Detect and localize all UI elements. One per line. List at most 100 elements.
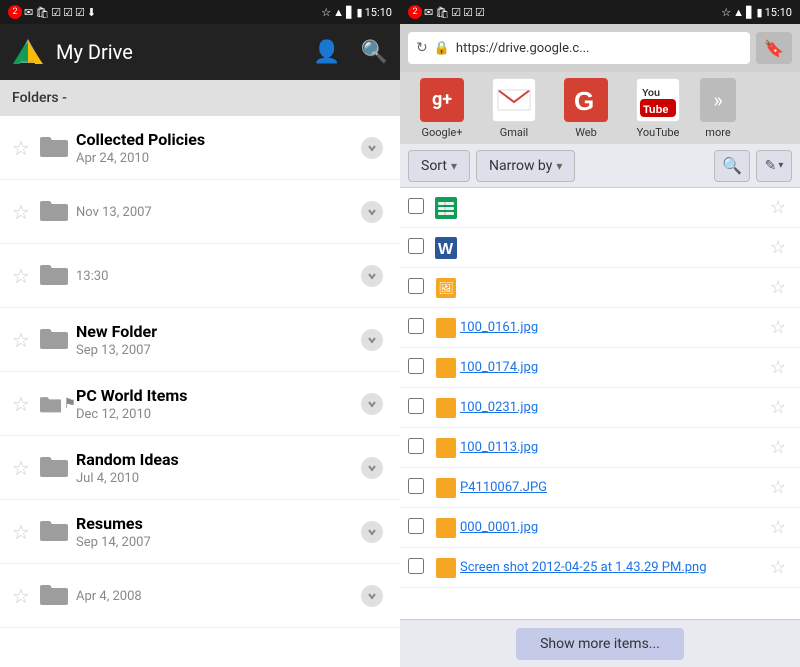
file-item-3[interactable]: 🖼 ☆ [400, 268, 800, 308]
folder-chevron-8[interactable] [356, 580, 388, 612]
checkbox-9[interactable] [408, 518, 432, 538]
folder-item-3[interactable]: ☆ 13:30 [0, 244, 400, 308]
folder-chevron-2[interactable] [356, 196, 388, 228]
status-icon-check3-r: ☑ [475, 6, 485, 19]
folder-chevron-4[interactable] [356, 324, 388, 356]
file-name-5[interactable]: 100_0174.jpg [460, 360, 764, 375]
file-checkbox-9[interactable] [408, 518, 424, 534]
bookmark-gmail[interactable]: Gmail [480, 78, 548, 139]
folder-date-5: Dec 12, 2010 [76, 407, 356, 422]
folder-chevron-7[interactable] [356, 516, 388, 548]
search-filter-button[interactable]: 🔍 [714, 150, 750, 182]
folder-icon-8 [40, 583, 76, 609]
folder-item-6[interactable]: ☆ Random Ideas Jul 4, 2010 [0, 436, 400, 500]
search-icon-appbar[interactable]: 🔍 [361, 40, 388, 65]
file-name-7[interactable]: 100_0113.jpg [460, 440, 764, 455]
account-icon[interactable]: 👤 [313, 40, 340, 65]
file-name-6[interactable]: 100_0231.jpg [460, 400, 764, 415]
star-4[interactable]: ☆ [12, 328, 40, 352]
file-item-2[interactable]: W ☆ [400, 228, 800, 268]
img-thumbnail-5 [436, 358, 456, 378]
edit-filter-button[interactable]: ✎ ▾ [756, 150, 792, 182]
file-name-8[interactable]: P4110067.JPG [460, 480, 764, 495]
system-icons-right: ☆ ▲ ▋ ▮ 15:10 [721, 6, 792, 19]
star-2[interactable]: ☆ [12, 200, 40, 224]
file-name-9[interactable]: 000_0001.jpg [460, 520, 764, 535]
sort-button[interactable]: Sort ▾ [408, 150, 470, 182]
url-bar[interactable]: ↻ 🔒 https://drive.google.c... [408, 32, 750, 64]
file-star-3[interactable]: ☆ [764, 277, 792, 298]
bookmark-youtube[interactable]: You Tube YouTube [624, 78, 692, 139]
file-item-10[interactable]: Screen shot 2012-04-25 at 1.43.29 PM.png… [400, 548, 800, 588]
folder-chevron-5[interactable] [356, 388, 388, 420]
folder-chevron-1[interactable] [356, 132, 388, 164]
file-item-1[interactable]: ☆ [400, 188, 800, 228]
file-name-10[interactable]: Screen shot 2012-04-25 at 1.43.29 PM.png [460, 560, 764, 575]
file-star-4[interactable]: ☆ [764, 317, 792, 338]
file-item-9[interactable]: 000_0001.jpg ☆ [400, 508, 800, 548]
status-bar-left: 2 ✉ 🛍 ☑ ☑ ☑ ⬇ ☆ ▲ ▋ ▮ 15:10 [0, 0, 400, 24]
file-item-5[interactable]: 100_0174.jpg ☆ [400, 348, 800, 388]
folder-chevron-6[interactable] [356, 452, 388, 484]
checkbox-3[interactable] [408, 278, 432, 298]
star-1[interactable]: ☆ [12, 136, 40, 160]
file-star-8[interactable]: ☆ [764, 477, 792, 498]
checkbox-4[interactable] [408, 318, 432, 338]
file-checkbox-6[interactable] [408, 398, 424, 414]
file-star-7[interactable]: ☆ [764, 437, 792, 458]
refresh-icon[interactable]: ↻ [416, 40, 428, 56]
file-checkbox-7[interactable] [408, 438, 424, 454]
lock-icon: 🔒 [434, 41, 450, 56]
file-star-6[interactable]: ☆ [764, 397, 792, 418]
star-5[interactable]: ☆ [12, 392, 40, 416]
folder-item-4[interactable]: ☆ New Folder Sep 13, 2007 [0, 308, 400, 372]
googleplus-label: Google+ [422, 126, 463, 139]
file-item-4[interactable]: 100_0161.jpg ☆ [400, 308, 800, 348]
file-checkbox-8[interactable] [408, 478, 424, 494]
file-checkbox-1[interactable] [408, 198, 424, 214]
bookmark-googleplus[interactable]: g+ Google+ [408, 78, 476, 139]
file-item-7[interactable]: 100_0113.jpg ☆ [400, 428, 800, 468]
file-checkbox-3[interactable] [408, 278, 424, 294]
more-label: more [705, 126, 730, 139]
checkbox-7[interactable] [408, 438, 432, 458]
file-star-1[interactable]: ☆ [764, 197, 792, 218]
file-star-5[interactable]: ☆ [764, 357, 792, 378]
star-7[interactable]: ☆ [12, 520, 40, 544]
bookmark-more[interactable]: » more [696, 78, 740, 139]
notification-icons-right: 2 ✉ 🛍 ☑ ☑ ☑ [408, 5, 485, 19]
folder-item-7[interactable]: ☆ Resumes Sep 14, 2007 [0, 500, 400, 564]
star-6[interactable]: ☆ [12, 456, 40, 480]
checkbox-8[interactable] [408, 478, 432, 498]
folder-item-2[interactable]: ☆ Nov 13, 2007 [0, 180, 400, 244]
folder-item-1[interactable]: ☆ Collected Policies Apr 24, 2010 [0, 116, 400, 180]
checkbox-1[interactable] [408, 198, 432, 218]
narrow-by-button[interactable]: Narrow by ▾ [476, 150, 575, 182]
checkbox-6[interactable] [408, 398, 432, 418]
folder-item-5[interactable]: ☆ ⚑ PC World Items Dec 12, 2010 [0, 372, 400, 436]
bookmark-web[interactable]: G Web [552, 78, 620, 139]
folder-name-1: Collected Policies [76, 130, 356, 149]
file-checkbox-10[interactable] [408, 558, 424, 574]
show-more-button[interactable]: Show more items... [516, 628, 684, 660]
file-list: ☆ W ☆ 🖼 ☆ [400, 188, 800, 619]
checkbox-5[interactable] [408, 358, 432, 378]
star-8[interactable]: ☆ [12, 584, 40, 608]
sort-label: Sort [421, 158, 447, 174]
folder-chevron-3[interactable] [356, 260, 388, 292]
file-checkbox-4[interactable] [408, 318, 424, 334]
bookmark-button[interactable]: 🔖 [756, 32, 792, 64]
file-star-9[interactable]: ☆ [764, 517, 792, 538]
checkbox-10[interactable] [408, 558, 432, 578]
checkbox-2[interactable] [408, 238, 432, 258]
file-star-2[interactable]: ☆ [764, 237, 792, 258]
folder-item-8[interactable]: ☆ Apr 4, 2008 [0, 564, 400, 628]
folder-name-5: PC World Items [76, 386, 356, 405]
file-checkbox-2[interactable] [408, 238, 424, 254]
file-star-10[interactable]: ☆ [764, 557, 792, 578]
file-item-6[interactable]: 100_0231.jpg ☆ [400, 388, 800, 428]
file-checkbox-5[interactable] [408, 358, 424, 374]
star-3[interactable]: ☆ [12, 264, 40, 288]
file-item-8[interactable]: P4110067.JPG ☆ [400, 468, 800, 508]
file-name-4[interactable]: 100_0161.jpg [460, 320, 764, 335]
